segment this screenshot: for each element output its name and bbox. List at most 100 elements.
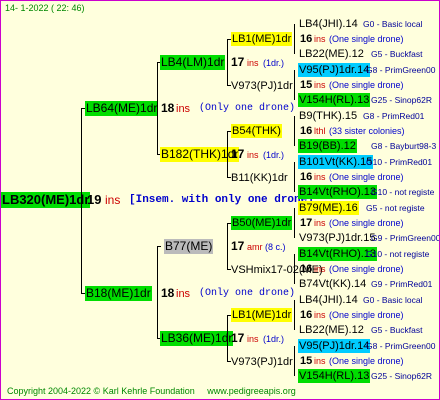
connector <box>294 70 295 100</box>
pedigree-frame: { "header": {"date": "14- 1-2022 ( 22: 4… <box>0 0 440 400</box>
gen4-queen[interactable]: B9(THK).15 <box>298 109 358 123</box>
gen2-note: (1dr.) <box>263 58 285 68</box>
gen4-drone[interactable]: LB22(ME).12 <box>298 323 365 337</box>
gen4-queen-note: G0 - Basic local <box>363 19 423 29</box>
gen4-ins: lthl <box>314 126 326 136</box>
connector <box>157 246 158 338</box>
gen4-queen-note: G5 - not registe <box>366 203 425 213</box>
gen3-drone-0[interactable]: V973(PJ)1dr <box>231 79 293 93</box>
gen4-queen[interactable]: V95(PJ)1dr.14 <box>298 63 371 77</box>
gen4-queen-note: G8 - PrimGreen00 <box>366 65 436 75</box>
gen2-ins: amr <box>247 242 263 252</box>
gen4-drone-note: G5 - Buckfast <box>371 49 423 59</box>
footer-link[interactable]: www.pedigreeapis.org <box>207 386 296 396</box>
gen4-queen[interactable]: B101Vt(KK).15 <box>298 155 374 169</box>
root-note: [Insem. with only one drone] <box>129 194 314 206</box>
gen2-number: 17 <box>231 331 245 345</box>
gen4-queen-note: G8 - PrimRed01 <box>363 111 425 121</box>
gen1-ins: ins <box>176 288 191 300</box>
connector <box>294 300 295 330</box>
gen4-drone-note: G8 - Bayburt98-3 <box>371 141 437 151</box>
gen4-queen-note: G0 - Basic local <box>363 295 423 305</box>
gen3-drone-3[interactable]: V973(PJ)1dr <box>231 355 293 369</box>
connector <box>294 24 295 54</box>
gen2-queen-2[interactable]: B77(ME) <box>164 239 214 254</box>
gen4-ins: ins <box>314 172 326 182</box>
gen1-number: 18 <box>161 101 175 115</box>
gen4-drone[interactable]: V154H(RL).13 <box>298 93 371 107</box>
gen3-queen-2[interactable]: B50(ME)1dr <box>231 216 293 230</box>
gen2-ins: ins <box>247 58 259 68</box>
connector <box>294 116 295 146</box>
gen1-queen-0[interactable]: LB64(ME)1dr <box>85 101 159 116</box>
gen2-ins: ins <box>247 334 259 344</box>
gen4-note: (One single drone) <box>329 172 404 182</box>
root-ins: ins <box>105 193 121 207</box>
connector <box>81 108 82 294</box>
connector <box>294 346 295 376</box>
gen4-drone-note: G10 - not registe <box>371 187 435 197</box>
gen2-queen-0[interactable]: LB4(LM)1dr <box>160 55 226 70</box>
root-queen-id[interactable]: LB320(ME)1dr <box>1 192 91 208</box>
gen4-queen[interactable]: LB4(JHI).14 <box>298 293 359 307</box>
gen4-note: (One single drone) <box>329 34 404 44</box>
gen4-drone[interactable]: B14Vt(RHO).13 <box>298 185 378 199</box>
gen4-drone[interactable]: V973(PJ)1dr.15 <box>298 231 376 245</box>
gen4-drone-note: G25 - Sinop62R <box>371 95 432 105</box>
gen4-number: 16 <box>300 171 313 183</box>
gen4-drone[interactable]: LB22(ME).12 <box>298 47 365 61</box>
gen4-ins: ins <box>314 310 326 320</box>
gen1-queen-1[interactable]: B18(ME)1dr <box>85 286 152 301</box>
gen3-drone-1[interactable]: B11(KK)1dr <box>231 171 288 185</box>
connector <box>227 315 228 362</box>
gen2-note: (8 c.) <box>265 242 286 252</box>
gen3-queen-0[interactable]: LB1(ME)1dr <box>231 32 293 46</box>
gen2-number: 17 <box>231 147 245 161</box>
copyright-text: Copyright 2004-2022 © Karl Kehrle Founda… <box>7 386 195 396</box>
gen4-ins: ins <box>314 34 326 44</box>
gen4-number: 16 <box>300 309 313 321</box>
gen4-note: (One single drone) <box>329 310 404 320</box>
gen2-queen-3[interactable]: LB36(ME)1dr <box>160 331 234 346</box>
gen4-ins: ins <box>314 80 326 90</box>
connector <box>157 62 158 154</box>
date-header: 14- 1-2022 ( 22: 46) <box>5 3 85 13</box>
gen4-note: (One single drone) <box>329 356 404 366</box>
gen4-note: (One single drone) <box>329 80 404 90</box>
gen2-note: (1dr.) <box>263 334 285 344</box>
connector <box>294 208 295 238</box>
gen4-note: (33 sister colonies) <box>329 126 405 136</box>
gen4-note: (One single drone) <box>329 264 404 274</box>
gen4-queen[interactable]: LB4(JHI).14 <box>298 17 359 31</box>
gen4-drone[interactable]: B74Vt(KK).14 <box>298 277 367 291</box>
gen4-number: 17 <box>300 217 313 229</box>
gen4-drone-note: G5 - Buckfast <box>371 325 423 335</box>
gen4-note: (One single drone) <box>329 218 404 228</box>
gen4-queen-note: G10 - PrimRed01 <box>366 157 433 167</box>
gen4-drone-note: G9 - PrimRed01 <box>371 279 433 289</box>
connector <box>227 39 228 86</box>
gen2-note: (1dr.) <box>263 150 285 160</box>
gen3-queen-3[interactable]: LB1(ME)1dr <box>231 308 293 322</box>
gen4-queen-note: G8 - PrimGreen00 <box>366 341 436 351</box>
gen1-number: 18 <box>161 286 175 300</box>
connector <box>227 131 228 178</box>
gen4-queen[interactable]: V95(PJ)1dr.14 <box>298 339 371 353</box>
gen4-queen-note: G10 - not registe <box>366 249 430 259</box>
gen4-queen[interactable]: B79(ME).16 <box>298 201 359 215</box>
gen4-ins: ins <box>314 356 326 366</box>
gen4-number: 16 <box>300 263 313 275</box>
gen4-drone[interactable]: B19(BB).12 <box>298 139 357 153</box>
footer: Copyright 2004-2022 © Karl Kehrle Founda… <box>7 386 296 396</box>
gen4-number: 16 <box>300 125 313 137</box>
gen4-number: 15 <box>300 79 313 91</box>
gen3-queen-1[interactable]: B54(THK) <box>231 124 282 138</box>
gen4-number: 15 <box>300 355 313 367</box>
gen1-ins: ins <box>176 103 191 115</box>
gen4-ins: ins <box>314 218 326 228</box>
connector <box>294 162 295 192</box>
gen4-ins: ins <box>314 264 326 274</box>
connector <box>157 246 161 247</box>
gen1-note: (Only one drone) <box>199 288 296 299</box>
gen4-drone[interactable]: V154H(RL).13 <box>298 369 371 383</box>
